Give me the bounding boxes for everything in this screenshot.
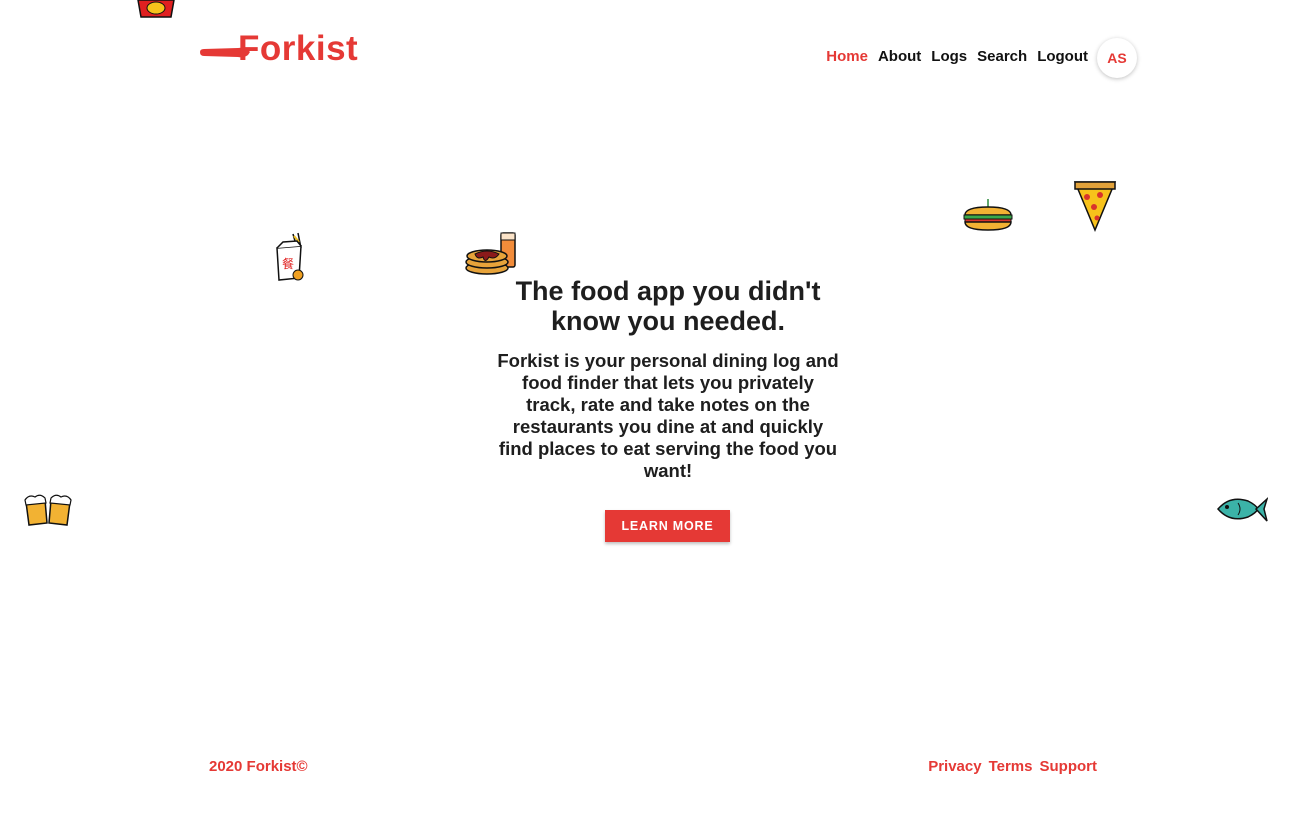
pizza-slice-icon: [1073, 181, 1117, 232]
footer-links: Privacy Terms Support: [928, 758, 1097, 775]
footer-privacy-link[interactable]: Privacy: [928, 758, 981, 775]
footer-copyright: 2020 Forkist©: [209, 758, 308, 775]
fish-icon: [1217, 497, 1268, 522]
nav-logout[interactable]: Logout: [1037, 48, 1088, 65]
hero-headline: The food app you didn't know you needed.: [515, 276, 821, 336]
footer-terms-link[interactable]: Terms: [989, 758, 1033, 775]
learn-more-button[interactable]: LEARN MORE: [605, 510, 730, 542]
sandwich-icon: [963, 199, 1013, 231]
hero-section: The food app you didn't know you needed.…: [497, 276, 839, 482]
nav-about[interactable]: About: [878, 48, 921, 65]
nav-search[interactable]: Search: [977, 48, 1027, 65]
pancakes-icon: [465, 232, 516, 275]
svg-text:餐: 餐: [282, 256, 294, 271]
nav-logs[interactable]: Logs: [931, 48, 967, 65]
takeout-box-icon: 餐: [276, 232, 304, 281]
nav-home[interactable]: Home: [826, 48, 868, 65]
fries-icon: [137, 0, 175, 18]
hero-description: Forkist is your personal dining log and …: [497, 350, 839, 481]
beer-mugs-icon: [24, 494, 72, 526]
landing-page: Forkist Home About Logs Search Logout AS…: [0, 0, 1304, 832]
footer-support-link[interactable]: Support: [1040, 758, 1098, 775]
user-avatar[interactable]: AS: [1097, 38, 1137, 78]
main-nav: Home About Logs Search Logout: [826, 48, 1088, 65]
logo-wordmark[interactable]: Forkist: [238, 29, 358, 69]
